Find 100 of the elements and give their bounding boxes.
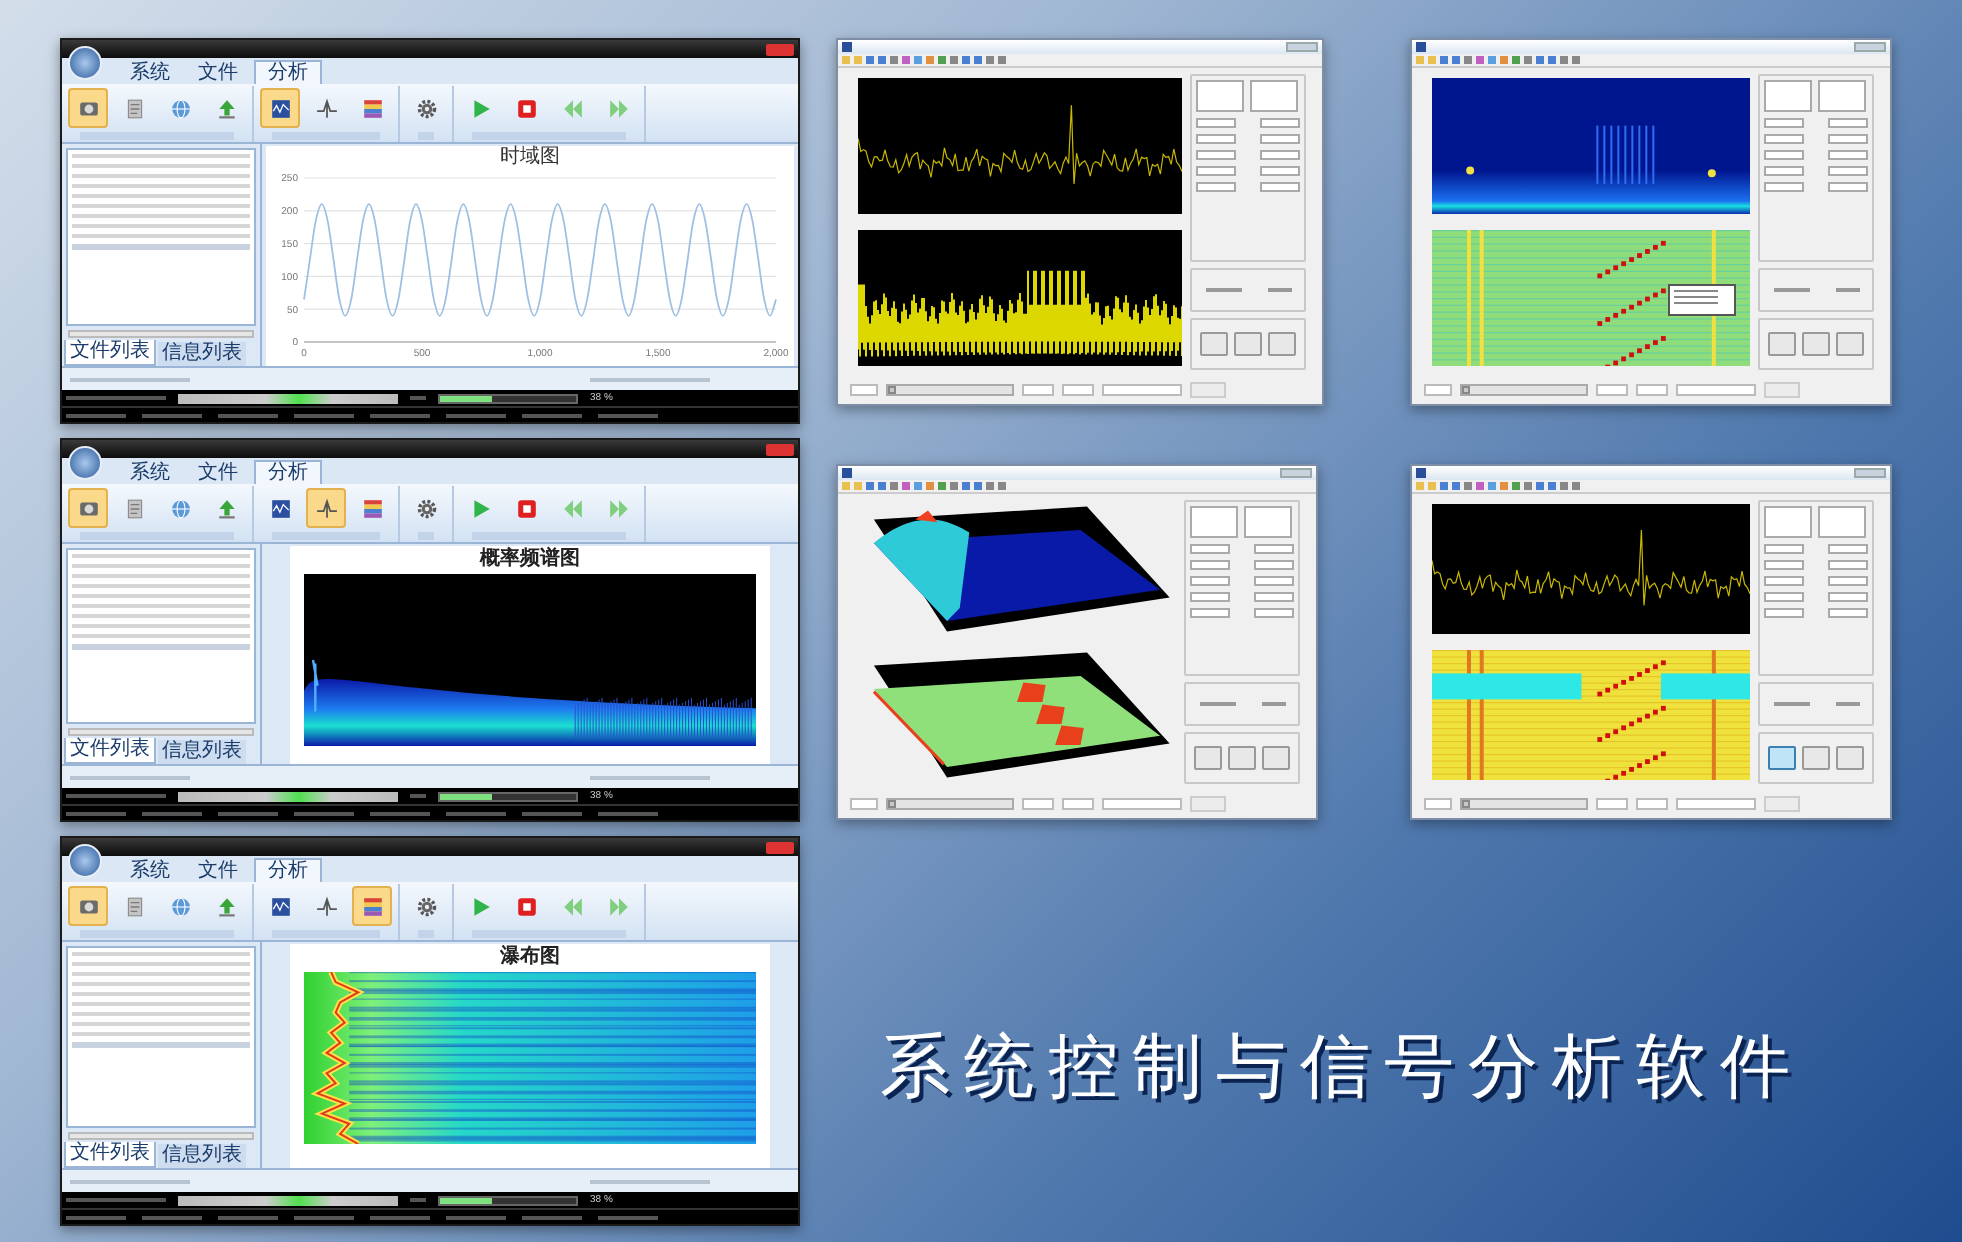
input-field[interactable]: [1676, 384, 1756, 396]
slider[interactable]: [886, 384, 1014, 396]
input-field[interactable]: [1828, 592, 1868, 602]
window-controls[interactable]: [1854, 42, 1886, 52]
side-tab[interactable]: 文件列表: [64, 738, 156, 764]
input-field[interactable]: [1764, 166, 1804, 176]
ribbon-button[interactable]: [306, 488, 346, 528]
panel-button[interactable]: [1836, 332, 1865, 356]
input-field[interactable]: [1828, 166, 1868, 176]
list-box[interactable]: [1190, 506, 1238, 538]
input-field[interactable]: [1196, 134, 1236, 144]
input-field[interactable]: [1424, 384, 1452, 396]
input-field[interactable]: [1764, 150, 1804, 160]
input-field[interactable]: [1022, 384, 1054, 396]
input-field[interactable]: [1764, 592, 1804, 602]
input-field[interactable]: [1764, 118, 1804, 128]
ribbon-button[interactable]: [68, 488, 108, 528]
input-field[interactable]: [1190, 592, 1230, 602]
ribbon-tab[interactable]: 文件: [186, 60, 250, 84]
slider[interactable]: [886, 798, 1014, 810]
panel-button[interactable]: [1801, 332, 1830, 356]
input-field[interactable]: [1196, 150, 1236, 160]
ribbon-button[interactable]: [68, 886, 108, 926]
input-field[interactable]: [1196, 182, 1236, 192]
input-field[interactable]: [1260, 166, 1300, 176]
list-box[interactable]: [1764, 80, 1812, 112]
input-field[interactable]: [1190, 544, 1230, 554]
panel-button[interactable]: [1227, 746, 1256, 770]
input-field[interactable]: [1260, 150, 1300, 160]
panel-button[interactable]: [1193, 746, 1222, 770]
input-field[interactable]: [1828, 544, 1868, 554]
input-field[interactable]: [1022, 798, 1054, 810]
input-field[interactable]: [1102, 384, 1182, 396]
input-field[interactable]: [1636, 798, 1668, 810]
input-field[interactable]: [1764, 576, 1804, 586]
side-tab[interactable]: 信息列表: [158, 740, 246, 764]
ribbon-tab[interactable]: 分析: [254, 60, 322, 84]
panel-button[interactable]: [1801, 746, 1830, 770]
ribbon-button[interactable]: [352, 886, 392, 926]
ribbon-tab[interactable]: 系统: [118, 460, 182, 484]
input-field[interactable]: [1828, 182, 1868, 192]
input-field[interactable]: [1062, 798, 1094, 810]
input-field[interactable]: [1764, 134, 1804, 144]
slider-thumb[interactable]: [1462, 800, 1470, 808]
side-tab[interactable]: 文件列表: [64, 1142, 156, 1168]
ribbon-tab[interactable]: 分析: [254, 858, 322, 882]
slider-thumb[interactable]: [1462, 386, 1470, 394]
close-button[interactable]: [766, 443, 794, 455]
input-field[interactable]: [1424, 798, 1452, 810]
input-field[interactable]: [1828, 576, 1868, 586]
app-logo-icon[interactable]: [68, 46, 102, 80]
panel-button[interactable]: [1233, 332, 1262, 356]
panel-button[interactable]: [1262, 746, 1291, 770]
input-field[interactable]: [1260, 182, 1300, 192]
close-button[interactable]: [766, 43, 794, 55]
app-logo-icon[interactable]: [68, 446, 102, 480]
side-tab[interactable]: 信息列表: [158, 342, 246, 366]
input-field[interactable]: [1102, 798, 1182, 810]
input-field[interactable]: [1636, 384, 1668, 396]
ribbon-tab[interactable]: 系统: [118, 858, 182, 882]
slider-thumb[interactable]: [888, 386, 896, 394]
input-field[interactable]: [1190, 608, 1230, 618]
scrollbar[interactable]: [68, 728, 254, 736]
input-field[interactable]: [1764, 608, 1804, 618]
ribbon-button[interactable]: [68, 88, 108, 128]
window-controls[interactable]: [1286, 42, 1318, 52]
slider[interactable]: [1460, 384, 1588, 396]
list-box[interactable]: [1250, 80, 1298, 112]
panel-button[interactable]: [1199, 332, 1228, 356]
input-field[interactable]: [1254, 608, 1294, 618]
input-field[interactable]: [1764, 560, 1804, 570]
list-box[interactable]: [1196, 80, 1244, 112]
window-controls[interactable]: [1280, 468, 1312, 478]
input-field[interactable]: [1828, 560, 1868, 570]
ribbon-button[interactable]: [260, 88, 300, 128]
ribbon-tab[interactable]: 系统: [118, 60, 182, 84]
slider[interactable]: [1460, 798, 1588, 810]
input-field[interactable]: [1596, 798, 1628, 810]
list-box[interactable]: [1764, 506, 1812, 538]
input-field[interactable]: [1828, 608, 1868, 618]
app-logo-icon[interactable]: [68, 844, 102, 878]
list-box[interactable]: [1244, 506, 1292, 538]
side-tab[interactable]: 文件列表: [64, 340, 156, 366]
list-box[interactable]: [1818, 506, 1866, 538]
side-tab[interactable]: 信息列表: [158, 1144, 246, 1168]
input-field[interactable]: [1190, 576, 1230, 586]
input-field[interactable]: [1254, 544, 1294, 554]
input-field[interactable]: [1260, 134, 1300, 144]
input-field[interactable]: [1254, 560, 1294, 570]
panel-button[interactable]: [1767, 746, 1796, 770]
input-field[interactable]: [1828, 150, 1868, 160]
input-field[interactable]: [1828, 134, 1868, 144]
list-box[interactable]: [1818, 80, 1866, 112]
scrollbar[interactable]: [68, 1132, 254, 1140]
panel-button[interactable]: [1268, 332, 1297, 356]
scrollbar[interactable]: [68, 330, 254, 338]
input-field[interactable]: [1676, 798, 1756, 810]
input-field[interactable]: [1260, 118, 1300, 128]
window-controls[interactable]: [1854, 468, 1886, 478]
input-field[interactable]: [1764, 182, 1804, 192]
